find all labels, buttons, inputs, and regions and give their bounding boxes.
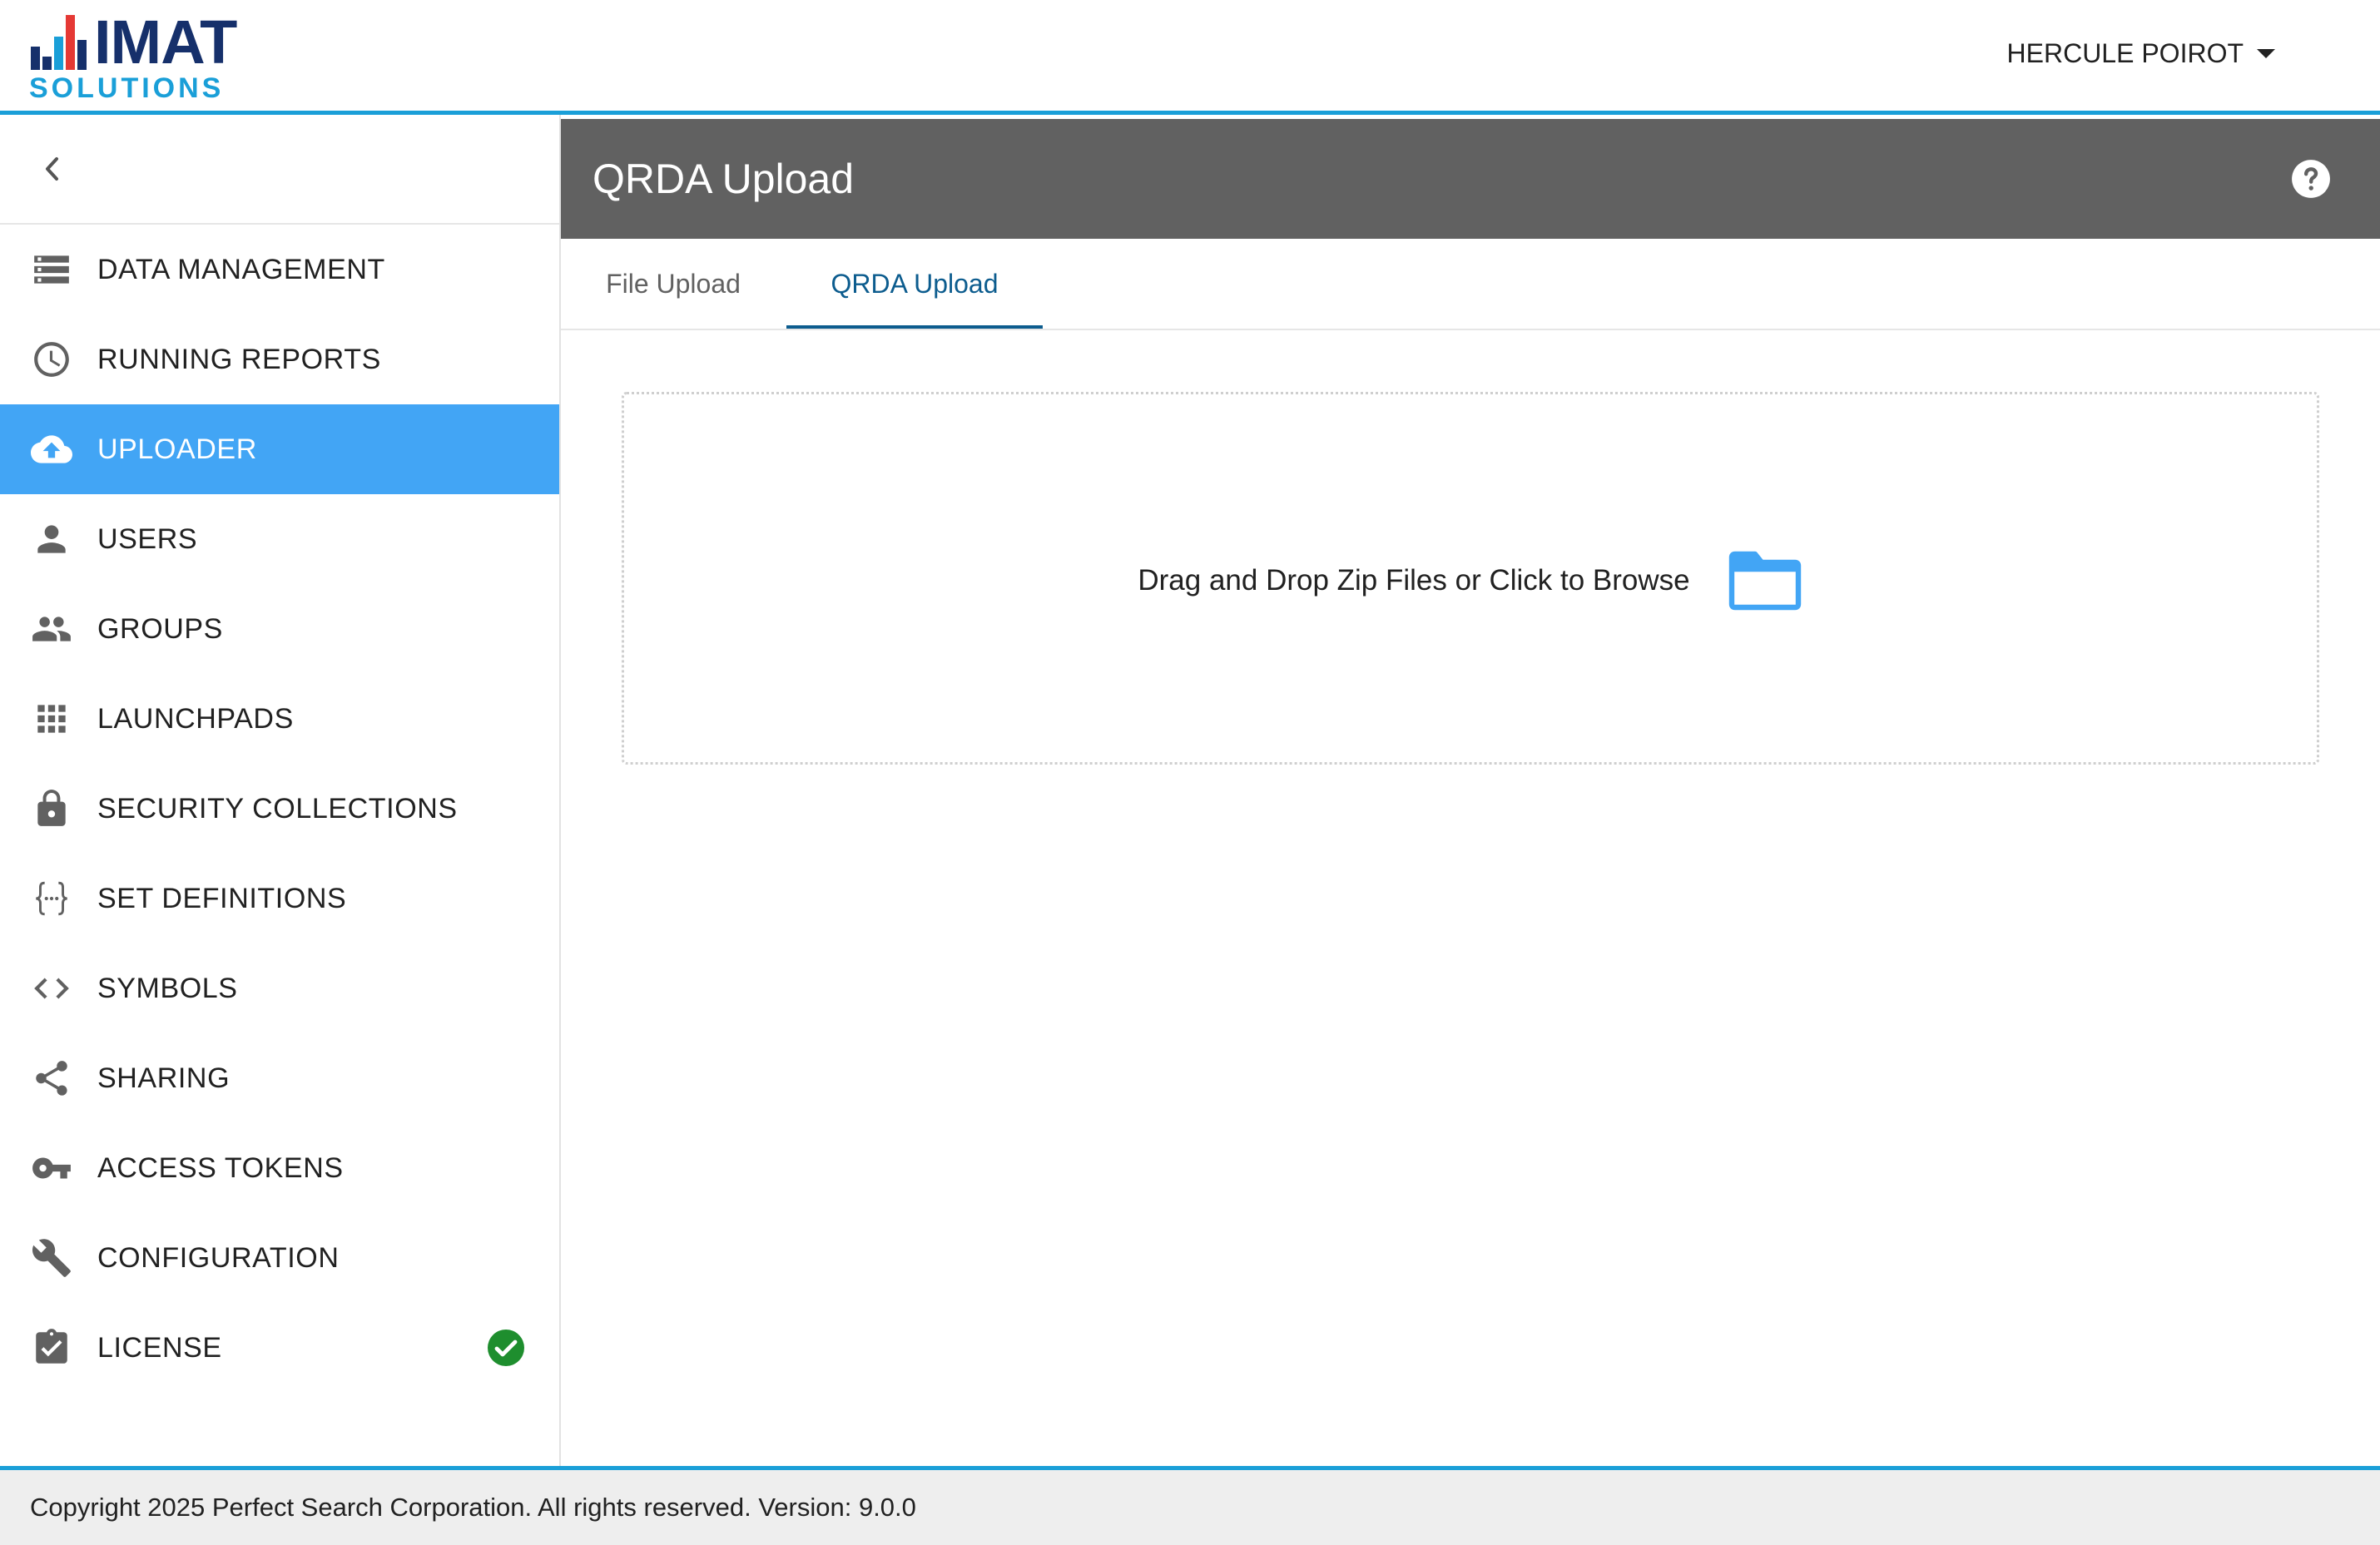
sidebar-item-data-management[interactable]: DATA MANAGEMENT (0, 225, 559, 314)
key-icon (30, 1146, 73, 1190)
share-icon (30, 1057, 73, 1100)
user-menu[interactable]: HERCULE POIROT (2007, 33, 2275, 73)
sidebar-item-label: CONFIGURATION (97, 1241, 340, 1274)
sidebar-item-access-tokens[interactable]: ACCESS TOKENS (0, 1123, 559, 1213)
code-icon (30, 967, 73, 1010)
sidebar-item-label: DATA MANAGEMENT (97, 253, 385, 285)
sidebar-item-label: SYMBOLS (97, 972, 238, 1004)
sidebar-item-label: USERS (97, 522, 198, 555)
dropzone-text: Drag and Drop Zip Files or Click to Brow… (1138, 564, 1690, 597)
sidebar-item-label: SHARING (97, 1062, 231, 1094)
storage-icon (30, 248, 73, 291)
chevron-left-icon[interactable] (40, 154, 65, 184)
sidebar-collapse-row (0, 115, 559, 225)
user-name: HERCULE POIROT (2006, 38, 2244, 68)
sidebar-item-security-collections[interactable]: SECURITY COLLECTIONS (0, 764, 559, 854)
help-circle-icon[interactable] (2290, 158, 2332, 200)
people-icon (30, 607, 73, 651)
check-circle-icon (486, 1328, 526, 1368)
caret-down-icon (2257, 48, 2275, 58)
sidebar-item-label: UPLOADER (97, 433, 257, 465)
sidebar-item-symbols[interactable]: SYMBOLS (0, 943, 559, 1033)
logo-text: IMAT (94, 7, 237, 77)
upload-tabs: File Upload QRDA Upload (561, 239, 2380, 330)
app-header: IMAT SOLUTIONS HERCULE POIROT (0, 0, 2380, 115)
sidebar-item-uploader[interactable]: UPLOADER (0, 404, 559, 494)
sidebar-item-set-definitions[interactable]: SET DEFINITIONS (0, 854, 559, 943)
clock-icon (30, 338, 73, 381)
sidebar-item-label: LAUNCHPADS (97, 702, 294, 735)
sidebar-item-running-reports[interactable]: RUNNING REPORTS (0, 314, 559, 404)
sidebar-item-users[interactable]: USERS (0, 494, 559, 584)
folder-icon[interactable] (1727, 549, 1803, 612)
sidebar-item-label: RUNNING REPORTS (97, 343, 381, 375)
wrench-icon (30, 1236, 73, 1280)
tab-file-upload[interactable]: File Upload (561, 239, 786, 329)
dropzone-content: Drag and Drop Zip Files or Click to Brow… (624, 547, 2317, 614)
sidebar-item-sharing[interactable]: SHARING (0, 1033, 559, 1123)
lock-icon (30, 787, 73, 830)
sidebar-item-label: ACCESS TOKENS (97, 1151, 344, 1184)
person-icon (30, 517, 73, 561)
logo-bars-icon (29, 15, 96, 70)
imat-solutions-logo[interactable]: IMAT SOLUTIONS (29, 7, 270, 105)
page-title-bar: QRDA Upload (561, 119, 2380, 239)
cloud-upload-icon (30, 428, 73, 471)
sidebar-item-label: SECURITY COLLECTIONS (97, 792, 458, 824)
grid-icon (30, 697, 73, 740)
file-dropzone[interactable]: Drag and Drop Zip Files or Click to Brow… (622, 392, 2319, 765)
sidebar-item-label: SET DEFINITIONS (97, 882, 347, 914)
sidebar-item-launchpads[interactable]: LAUNCHPADS (0, 674, 559, 764)
sidebar-item-label: LICENSE (97, 1331, 222, 1364)
footer: Copyright 2025 Perfect Search Corporatio… (0, 1466, 2380, 1545)
copyright-text: Copyright 2025 Perfect Search Corporatio… (30, 1493, 916, 1522)
sidebar-item-groups[interactable]: GROUPS (0, 584, 559, 674)
sidebar-item-label: GROUPS (97, 612, 223, 645)
sidebar-item-configuration[interactable]: CONFIGURATION (0, 1213, 559, 1303)
sidebar-item-license[interactable]: LICENSE (0, 1303, 559, 1393)
clipboard-check-icon (30, 1326, 73, 1369)
tab-qrda-upload[interactable]: QRDA Upload (786, 239, 1043, 329)
braces-icon (30, 877, 73, 920)
sidebar: DATA MANAGEMENT RUNNING REPORTS UPLOADER… (0, 115, 561, 1466)
page-title: QRDA Upload (593, 156, 855, 202)
logo-subtext: SOLUTIONS (29, 72, 225, 104)
